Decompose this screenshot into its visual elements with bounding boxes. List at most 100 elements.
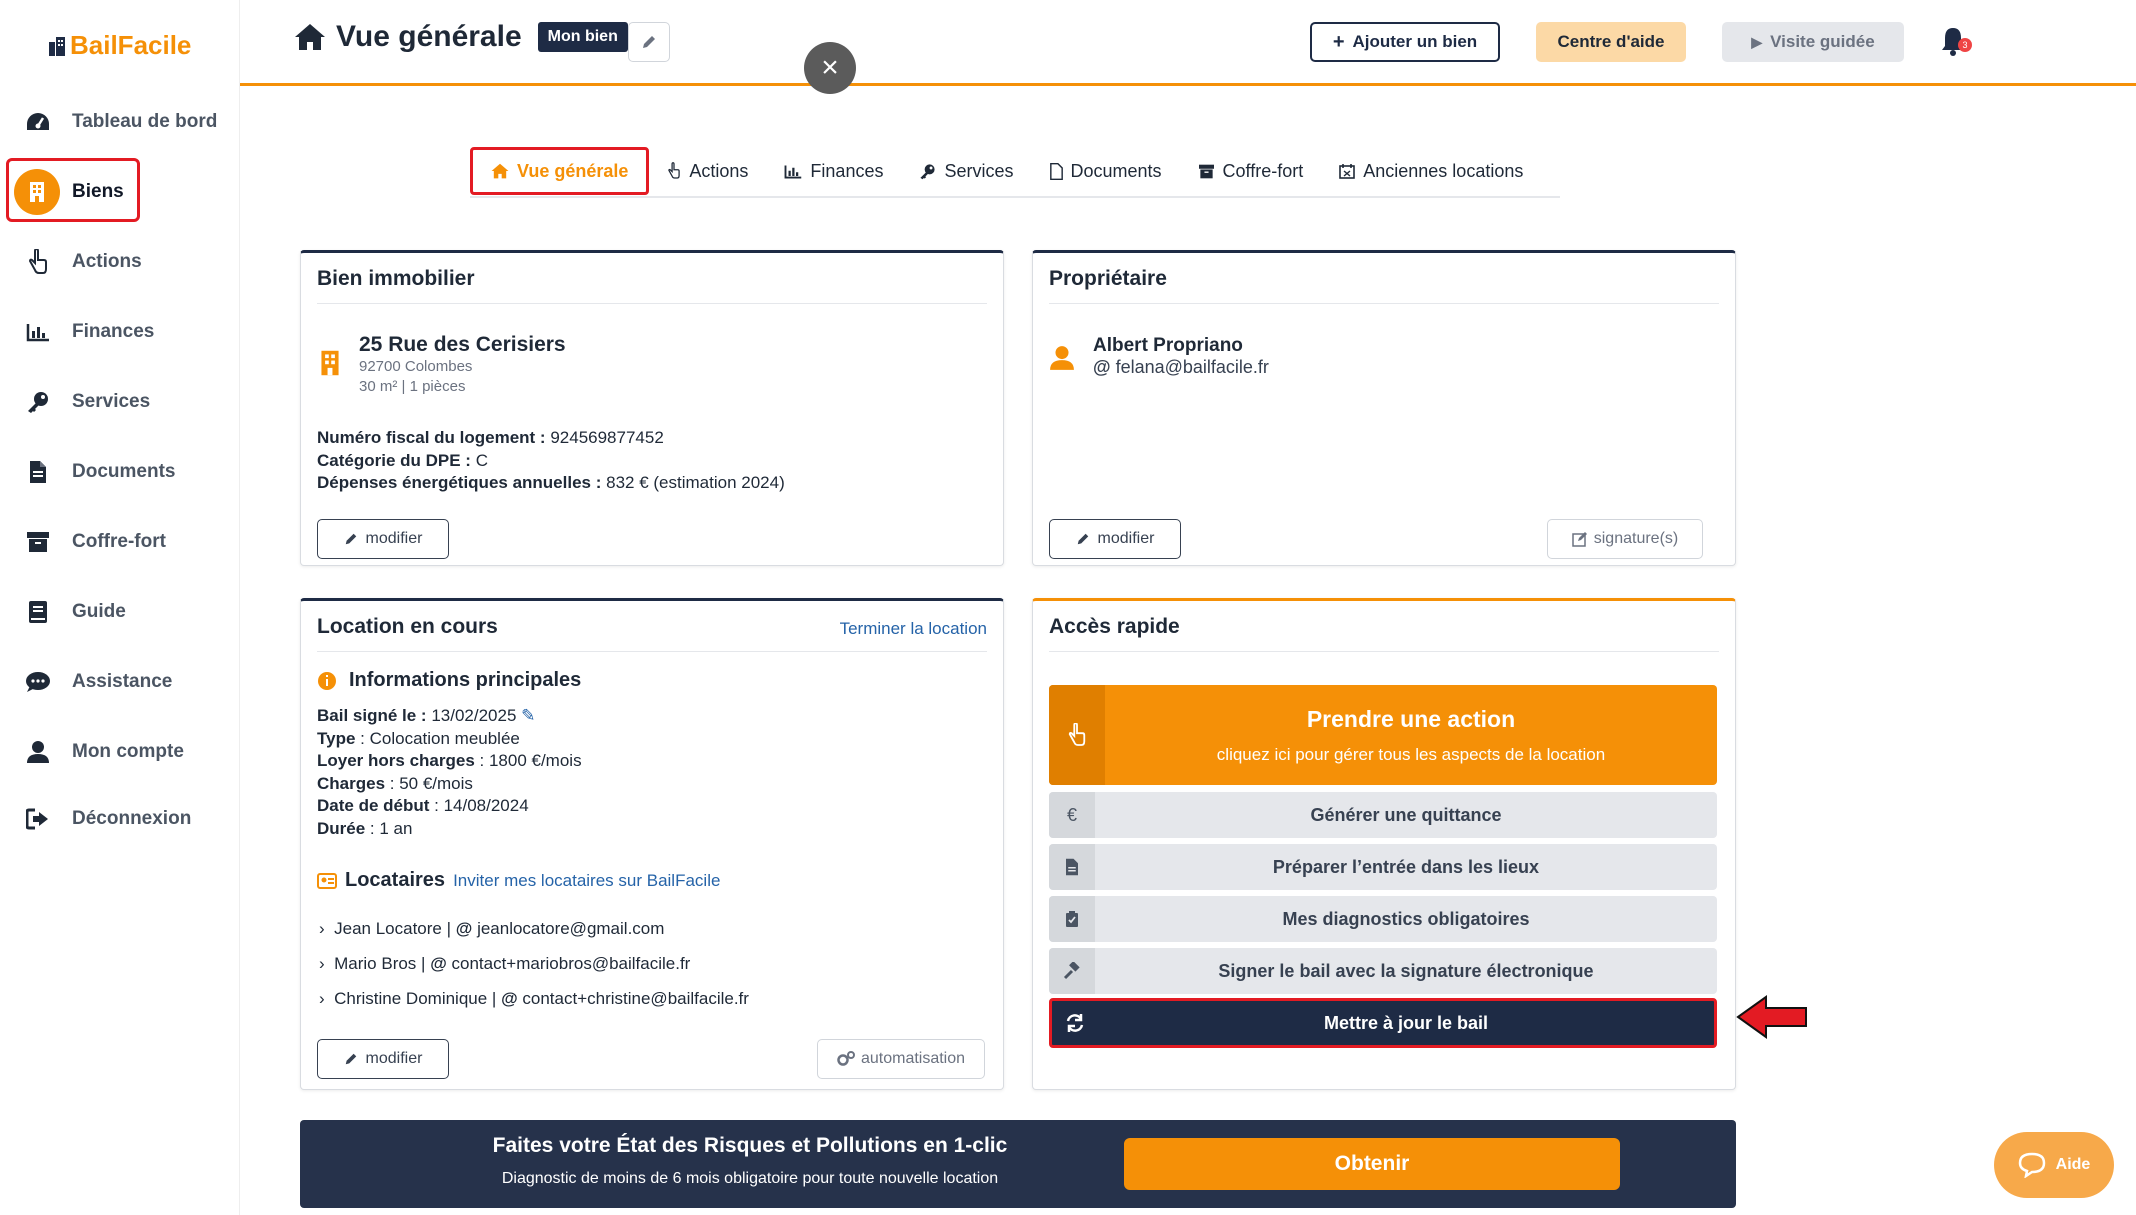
pencil-icon [345,533,356,545]
sidebar-item-label: Déconnexion [72,808,192,829]
tab-finances[interactable]: Finances [766,147,901,195]
sidebar: BailFacile Tableau de bord Biens Actions… [0,0,240,1215]
sidebar-item-mon-compte[interactable]: Mon compte [0,725,240,779]
tenants-title: Locataires [345,869,446,891]
card-title: Accès rapide [1049,615,1180,638]
owner-info: Albert Propriano @ felana@bailfacile.fr [1093,335,1269,378]
prepare-move-in-button[interactable]: Préparer l’entrée dans les lieux [1049,844,1717,890]
tenant-row[interactable]: › Christine Dominique | @ contact+christ… [319,981,749,1016]
sidebar-item-deconnexion[interactable]: Déconnexion [0,792,240,846]
add-property-button[interactable]: + Ajouter un bien [1310,22,1500,62]
signature-label: signature(s) [1593,530,1679,547]
main-info-title: Informations principales [349,669,582,691]
owner-email-row: @ felana@bailfacile.fr [1093,357,1269,378]
tab-label: Finances [810,160,884,181]
tenant-email: contact+mariobros@bailfacile.fr [451,954,691,973]
erp-promo-banner: Faites votre État des Risques et Polluti… [300,1120,1736,1208]
building-icon [321,350,339,376]
sidebar-item-biens[interactable]: Biens [0,165,240,219]
edit-title-button[interactable] [628,22,670,62]
book-icon [24,598,52,626]
energy-value: 832 € (estimation 2024) [606,473,785,492]
mandatory-diagnostics-button[interactable]: Mes diagnostics obligatoires [1049,896,1717,942]
owner-email: felana@bailfacile.fr [1115,357,1269,377]
update-lease-button[interactable]: Mettre à jour le bail [1049,998,1717,1048]
signature-button[interactable]: signature(s) [1547,519,1703,559]
take-action-subtitle: cliquez ici pour gérer tous les aspects … [1216,744,1606,764]
chat-bubble-icon [2018,1152,2045,1178]
plus-icon: + [1332,30,1345,53]
building-icon [14,169,60,215]
help-widget-label: Aide [2055,1156,2091,1173]
take-action-button[interactable]: Prendre une action cliquez ici pour gére… [1049,685,1717,785]
tenant-name: Mario Bros [334,954,417,973]
invite-tenants-link[interactable]: Inviter mes locataires sur BailFacile [453,871,720,891]
sidebar-item-tableau-de-bord[interactable]: Tableau de bord [0,95,240,149]
app-root: BailFacile Tableau de bord Biens Actions… [0,0,2136,1215]
sidebar-item-label: Actions [72,251,142,272]
chevron-right-icon: › [319,919,325,938]
rental-details: Bail signé le : 13/02/2025 ✎ Type : Colo… [317,705,582,840]
sidebar-item-assistance[interactable]: Assistance [0,655,240,709]
divider [1049,303,1719,304]
sidebar-item-label: Mon compte [72,741,184,762]
help-widget-button[interactable]: Aide [1994,1132,2114,1198]
document-icon [1049,162,1063,180]
take-action-title: Prendre une action [1306,705,1516,732]
tenant-row[interactable]: › Mario Bros | @ contact+mariobros@bailf… [319,946,749,981]
tab-services[interactable]: Services [901,147,1031,195]
key-icon [920,163,936,179]
sidebar-item-label: Documents [72,461,176,482]
property-address-block: 25 Rue des Cerisiers 92700 Colombes 30 m… [359,333,566,397]
bail-label: Bail signé le : [317,706,427,725]
e-signature-button[interactable]: Signer le bail avec la signature électro… [1049,948,1717,994]
tab-label: Services [944,160,1014,181]
sidebar-item-documents[interactable]: Documents [0,445,240,499]
sidebar-item-finances[interactable]: Finances [0,305,240,359]
tenant-row[interactable]: › Jean Locatore | @ jeanlocatore@gmail.c… [319,911,749,946]
sidebar-item-actions[interactable]: Actions [0,235,240,289]
sidebar-item-services[interactable]: Services [0,375,240,429]
pencil-icon [643,36,655,48]
edit-date-pencil-icon[interactable]: ✎ [521,706,535,725]
help-center-button[interactable]: Centre d'aide [1536,22,1686,62]
edit-rental-button[interactable]: modifier [317,1039,449,1079]
tab-documents[interactable]: Documents [1032,147,1180,195]
guided-tour-button[interactable]: ▶ Visite guidée [1722,22,1904,62]
tab-anciennes-locations[interactable]: Anciennes locations [1321,147,1541,195]
sidebar-item-label: Guide [72,601,126,622]
tab-actions[interactable]: Actions [649,147,766,195]
close-overlay-button[interactable]: × [804,42,856,94]
charges-value: : 50 €/mois [389,773,473,793]
update-lease-label: Mettre à jour le bail [1323,1012,1489,1033]
refresh-icon [1052,1001,1098,1045]
tab-coffre-fort[interactable]: Coffre-fort [1180,147,1322,195]
automation-label: automatisation [860,1050,966,1067]
bar-chart-icon [24,318,52,346]
tab-vue-generale[interactable]: Vue générale [470,147,650,195]
type-label: Type [317,728,356,748]
sidebar-item-coffre-fort[interactable]: Coffre-fort [0,515,240,569]
mandatory-diagnostics-label: Mes diagnostics obligatoires [1282,908,1530,929]
obtain-button[interactable]: Obtenir [1124,1138,1620,1190]
app-logo[interactable]: BailFacile [48,30,191,61]
card-title: Bien immobilier [317,267,475,290]
edit-square-icon [1572,532,1587,547]
tenant-email: jeanlocatore@gmail.com [477,919,665,938]
property-card: Bien immobilier 25 Rue des Cerisiers 927… [300,250,1004,566]
end-rental-link[interactable]: Terminer la location [840,619,987,639]
main-info-heading: Informations principales [317,669,581,692]
sidebar-item-label: Services [72,391,151,412]
archive-box-icon [24,528,52,556]
edit-property-button[interactable]: modifier [317,519,449,559]
e-signature-label: Signer le bail avec la signature électro… [1218,960,1594,981]
owner-name: Albert Propriano [1093,335,1243,356]
sidebar-item-guide[interactable]: Guide [0,585,240,639]
mon-bien-badge: Mon bien [537,22,628,52]
generate-receipt-button[interactable]: € Générer une quittance [1049,792,1717,838]
page-title: Vue générale Mon bien [294,20,628,54]
fiscal-value: 924569877452 [550,428,664,447]
automation-button[interactable]: automatisation [817,1039,985,1079]
edit-owner-button[interactable]: modifier [1049,519,1181,559]
add-property-label: Ajouter un bien [1352,32,1478,51]
